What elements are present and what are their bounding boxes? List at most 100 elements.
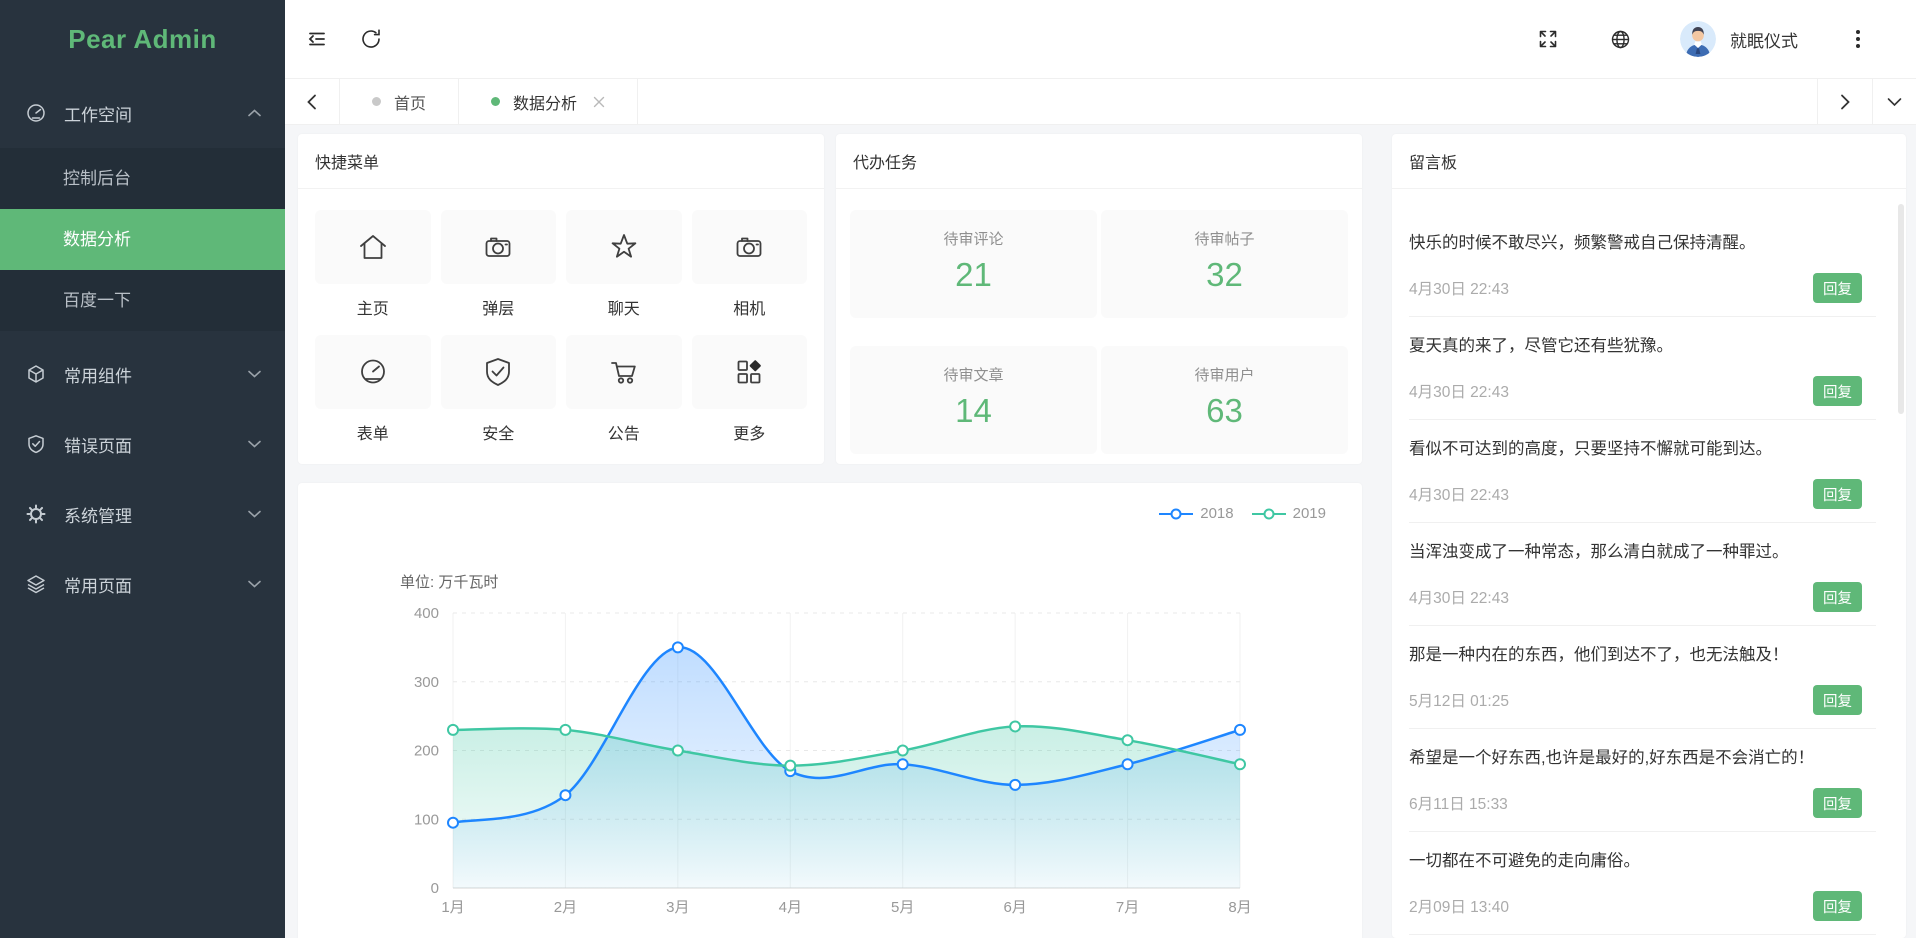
- quick-item-label: 主页: [315, 295, 431, 319]
- quick-item-form[interactable]: 表单: [315, 335, 431, 444]
- message-meta: 2月09日 13:40 回复: [1409, 891, 1862, 921]
- tabs-scroll-left[interactable]: [285, 79, 340, 124]
- message-list: 快乐的时候不敢尽兴，频繁警戒自己保持清醒。 4月30日 22:43 回复 夏天真…: [1392, 189, 1906, 935]
- chart-legend: 2018 2019: [1159, 505, 1326, 522]
- quick-item-chat[interactable]: 聊天: [566, 210, 682, 319]
- sidebar-item-common-pages[interactable]: 常用页面: [0, 549, 285, 619]
- reply-button[interactable]: 回复: [1813, 376, 1862, 406]
- quick-item-layer[interactable]: 弹层: [441, 210, 557, 319]
- globe-icon[interactable]: [1608, 27, 1632, 51]
- quick-item-label: 表单: [315, 420, 431, 444]
- message-text: 一切都在不可避免的走向庸俗。: [1409, 850, 1862, 872]
- refresh-icon[interactable]: [359, 27, 383, 51]
- svg-text:1月: 1月: [441, 899, 464, 916]
- stat-label: 待审评论: [850, 228, 1097, 249]
- more-menu-icon[interactable]: [1846, 27, 1870, 51]
- stat-pending-posts: 待审帖子 32: [1101, 210, 1348, 318]
- message-date: 6月11日 15:33: [1409, 792, 1508, 814]
- content-left-column: 快捷菜单 主页: [298, 134, 1362, 938]
- chart-card: 2018 2019 单位: 万千瓦时 01002003004001月2月3月4月…: [298, 483, 1362, 938]
- tab-status-dot: [372, 97, 381, 106]
- sidebar-item-control-backend[interactable]: 控制后台: [0, 148, 285, 209]
- svg-text:0: 0: [431, 880, 439, 897]
- sidebar-submenu-workspace: 控制后台 数据分析 百度一下: [0, 148, 285, 331]
- quick-item-camera[interactable]: 相机: [692, 210, 808, 319]
- shield-check-icon: [481, 355, 515, 389]
- app-logo-text: Pear Admin: [68, 24, 217, 55]
- svg-text:200: 200: [414, 743, 439, 760]
- stat-pending-comments: 待审评论 21: [850, 210, 1097, 318]
- quick-menu-grid: 主页 弹层: [298, 189, 824, 460]
- sidebar-item-components[interactable]: 常用组件: [0, 339, 285, 409]
- legend-item-2019[interactable]: 2019: [1252, 505, 1326, 522]
- scrollbar[interactable]: [1898, 204, 1904, 414]
- quick-item-label: 聊天: [566, 295, 682, 319]
- quick-item-notice[interactable]: 公告: [566, 335, 682, 444]
- topbar-left: [305, 27, 383, 51]
- chevron-down-icon: [248, 370, 261, 378]
- legend-label: 2019: [1293, 505, 1326, 522]
- message-board-card: 留言板 快乐的时候不敢尽兴，频繁警戒自己保持清醒。 4月30日 22:43 回复: [1392, 134, 1906, 938]
- message-meta: 4月30日 22:43 回复: [1409, 479, 1862, 509]
- message-text: 希望是一个好东西,也许是最好的,好东西是不会消亡的！: [1409, 747, 1862, 769]
- reply-button[interactable]: 回复: [1813, 788, 1862, 818]
- message-text: 那是一种内在的东西，他们到达不了，也无法触及！: [1409, 644, 1862, 666]
- sidebar-item-label: 错误页面: [64, 432, 132, 457]
- svg-text:4月: 4月: [779, 899, 802, 916]
- sidebar-item-data-analysis[interactable]: 数据分析: [0, 209, 285, 270]
- user-menu[interactable]: 就眠仪式: [1680, 21, 1798, 57]
- avatar: [1680, 21, 1716, 57]
- message-meta: 5月12日 01:25 回复: [1409, 685, 1862, 715]
- tab-label: 首页: [394, 90, 426, 114]
- quick-item-security[interactable]: 安全: [441, 335, 557, 444]
- chevron-down-icon: [248, 510, 261, 518]
- svg-text:300: 300: [414, 674, 439, 691]
- chevron-down-icon: [248, 580, 261, 588]
- chart-unit-label: 单位: 万千瓦时: [400, 571, 498, 592]
- message-date: 4月30日 22:43: [1409, 277, 1509, 299]
- reply-button[interactable]: 回复: [1813, 582, 1862, 612]
- app-logo: Pear Admin: [0, 0, 285, 78]
- sidebar-item-label: 系统管理: [64, 502, 132, 527]
- svg-text:400: 400: [414, 605, 439, 622]
- quick-item-more[interactable]: 更多: [692, 335, 808, 444]
- sidebar-item-label: 工作空间: [64, 101, 132, 126]
- cart-icon: [607, 355, 641, 389]
- quick-item-label: 相机: [692, 295, 808, 319]
- quick-item-label: 弹层: [441, 295, 557, 319]
- legend-item-2018[interactable]: 2018: [1159, 505, 1233, 522]
- tab-home[interactable]: 首页: [340, 79, 459, 124]
- tab-data-analysis[interactable]: 数据分析: [459, 79, 638, 124]
- tabbar: 首页 数据分析: [285, 78, 1916, 125]
- message-meta: 6月11日 15:33 回复: [1409, 788, 1862, 818]
- message-date: 5月12日 01:25: [1409, 689, 1509, 711]
- svg-text:5月: 5月: [891, 899, 914, 916]
- tab-close-icon[interactable]: [593, 96, 605, 108]
- reply-button[interactable]: 回复: [1813, 273, 1862, 303]
- fullscreen-icon[interactable]: [1536, 27, 1560, 51]
- home-icon: [356, 230, 390, 264]
- todo-grid: 待审评论 21 待审帖子 32 待审文章 14 待审用户: [836, 189, 1362, 454]
- sidebar-item-error-pages[interactable]: 错误页面: [0, 409, 285, 479]
- cube-icon: [26, 364, 48, 384]
- reply-button[interactable]: 回复: [1813, 685, 1862, 715]
- menu-fold-icon[interactable]: [305, 27, 329, 51]
- chevron-down-icon: [248, 440, 261, 448]
- line-chart: 01002003004001月2月3月4月5月6月7月8月: [298, 483, 1362, 938]
- tabs-dropdown[interactable]: [1872, 79, 1916, 124]
- reply-button[interactable]: 回复: [1813, 479, 1862, 509]
- reply-button[interactable]: 回复: [1813, 891, 1862, 921]
- gear-icon: [26, 504, 48, 524]
- tabs-scroll-right[interactable]: [1817, 79, 1872, 124]
- stat-label: 待审文章: [850, 364, 1097, 385]
- message-item: 看似不可达到的高度，只要坚持不懈就可能到达。 4月30日 22:43 回复: [1409, 420, 1876, 523]
- message-text: 快乐的时候不敢尽兴，频繁警戒自己保持清醒。: [1409, 232, 1862, 254]
- stat-label: 待审用户: [1101, 364, 1348, 385]
- sidebar-item-workspace[interactable]: 工作空间: [0, 78, 285, 148]
- sidebar-item-system[interactable]: 系统管理: [0, 479, 285, 549]
- sidebar-item-baidu[interactable]: 百度一下: [0, 270, 285, 331]
- topbar: 就眠仪式: [285, 0, 1916, 78]
- sidebar-subitem-label: 数据分析: [63, 230, 131, 249]
- message-meta: 4月30日 22:43 回复: [1409, 273, 1862, 303]
- quick-item-home[interactable]: 主页: [315, 210, 431, 319]
